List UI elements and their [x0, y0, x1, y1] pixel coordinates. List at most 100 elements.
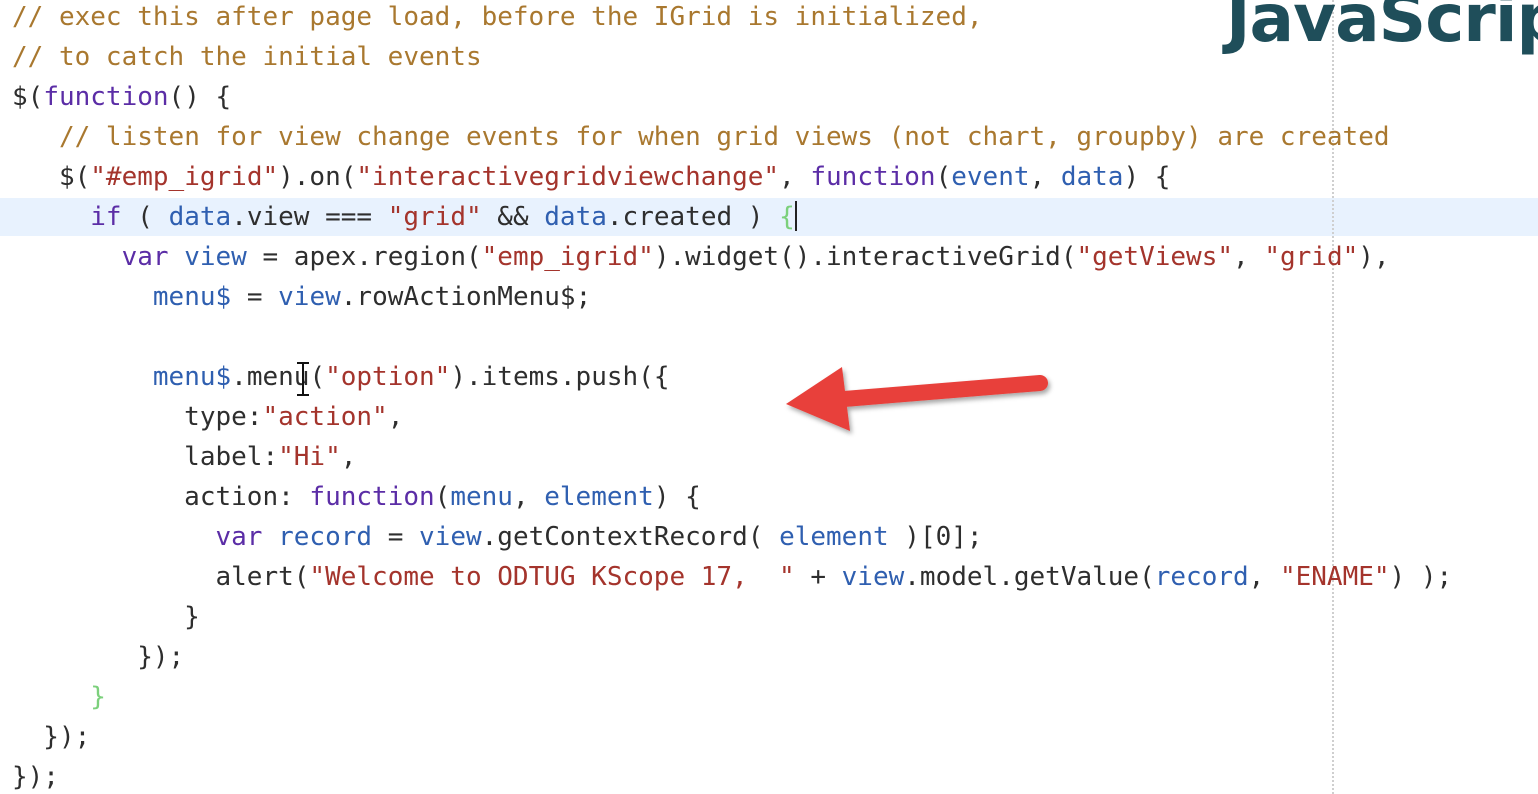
code-text: label: — [12, 442, 279, 472]
code-text: alert( — [12, 562, 310, 592]
code-text: .getContextRecord( — [481, 522, 780, 552]
code-string: "action" — [262, 402, 388, 432]
code-text: ).widget().interactiveGrid( — [653, 242, 1077, 272]
code-string: "ENAME" — [1279, 562, 1390, 592]
code-text: action: — [12, 482, 310, 512]
code-text: ), — [1358, 242, 1390, 272]
code-text: , — [1029, 162, 1061, 192]
code-text: ( — [121, 202, 169, 232]
code-line[interactable]: }); — [12, 717, 1452, 757]
code-text: .menu( — [231, 362, 326, 392]
code-text: ) { — [653, 482, 701, 512]
code-text: }); — [12, 722, 91, 752]
code-bracket: } — [90, 682, 106, 712]
code-text: + — [794, 562, 842, 592]
code-string: "Welcome to ODTUG KScope 17, " — [309, 562, 795, 592]
text-cursor-icon — [297, 362, 309, 396]
code-string: "Hi" — [278, 442, 341, 472]
code-string: "grid" — [1264, 242, 1359, 272]
code-text: , — [340, 442, 357, 472]
code-string: "interactivegridviewchange" — [356, 162, 780, 192]
code-comment: // listen for view change events for whe… — [58, 122, 1390, 152]
code-text: )[0]; — [888, 522, 983, 552]
code-variable: element — [544, 482, 654, 512]
code-text: , — [387, 402, 404, 432]
code-text: && — [481, 202, 545, 232]
code-text: .view === — [231, 202, 388, 232]
code-variable: view — [419, 522, 482, 552]
code-line[interactable]: }); — [12, 637, 1452, 677]
code-comment: // exec this after page load, before the… — [12, 2, 983, 32]
code-variable: data — [544, 202, 607, 232]
code-text: } — [12, 602, 200, 632]
red-arrow-icon — [786, 367, 1048, 431]
code-variable: event — [951, 162, 1030, 192]
code-text: .created ) — [606, 202, 780, 232]
code-text: type: — [12, 402, 263, 432]
code-text: ) ); — [1389, 562, 1453, 592]
code-text: $( — [12, 82, 44, 112]
code-line[interactable]: } — [12, 597, 1452, 637]
code-keyword: var — [121, 242, 169, 272]
code-text: ).on( — [278, 162, 357, 192]
code-variable: menu$ — [152, 282, 232, 312]
code-line[interactable]: var record = view.getContextRecord( elem… — [12, 517, 1452, 557]
code-text: ) { — [1123, 162, 1171, 192]
code-text: }); — [12, 762, 59, 792]
code-variable: record — [278, 522, 373, 552]
code-text: .rowActionMenu$; — [340, 282, 592, 312]
code-keyword: function — [309, 482, 435, 512]
code-text: $( — [12, 162, 91, 192]
code-keyword: var — [215, 522, 263, 552]
code-line[interactable]: menu$.menu("option").items.push({ — [12, 357, 1452, 397]
code-string: "getViews" — [1076, 242, 1234, 272]
code-line[interactable]: }); — [12, 757, 1452, 794]
code-line[interactable]: var view = apex.region("emp_igrid").widg… — [12, 237, 1452, 277]
code-text: = — [372, 522, 420, 552]
code-line[interactable]: $(function() { — [12, 77, 1452, 117]
code-line[interactable]: $("#emp_igrid").on("interactivegridviewc… — [12, 157, 1452, 197]
code-variable: view — [184, 242, 247, 272]
code-line[interactable]: label:"Hi", — [12, 437, 1452, 477]
code-string: "option" — [325, 362, 451, 392]
code-variable: data — [168, 202, 232, 232]
code-line[interactable]: menu$ = view.rowActionMenu$; — [12, 277, 1452, 317]
code-block[interactable]: // exec this after page load, before the… — [12, 0, 1452, 794]
code-line[interactable]: if ( data.view === "grid" && data.create… — [12, 197, 1452, 237]
code-variable: view — [841, 562, 905, 592]
code-keyword: function — [43, 82, 169, 112]
code-variable: menu$ — [152, 362, 232, 392]
code-line[interactable]: alert("Welcome to ODTUG KScope 17, " + v… — [12, 557, 1452, 597]
code-text: = — [231, 282, 279, 312]
code-text: ( — [434, 482, 451, 512]
code-variable: record — [1154, 562, 1249, 592]
code-text: , — [1248, 562, 1280, 592]
code-bracket: { — [779, 202, 795, 232]
code-variable: element — [779, 522, 889, 552]
code-comment: // to catch the initial events — [12, 42, 482, 72]
code-variable: menu — [450, 482, 513, 512]
code-line[interactable]: action: function(menu, element) { — [12, 477, 1452, 517]
code-text: = apex.region( — [246, 242, 482, 272]
code-variable: data — [1060, 162, 1124, 192]
code-line[interactable]: // listen for view change events for whe… — [12, 117, 1452, 157]
code-line[interactable] — [12, 317, 1452, 357]
code-editor[interactable]: // exec this after page load, before the… — [0, 0, 1538, 794]
javascript-logo: JavaScrip — [1226, 0, 1538, 57]
code-string: "emp_igrid" — [481, 242, 654, 272]
code-string: "#emp_igrid" — [90, 162, 279, 192]
code-line[interactable]: type:"action", — [12, 397, 1452, 437]
code-text: , — [1233, 242, 1265, 272]
code-text: ).items.push({ — [450, 362, 670, 392]
code-text: , — [779, 162, 811, 192]
code-text: }); — [12, 642, 185, 672]
code-line[interactable]: } — [12, 677, 1452, 717]
